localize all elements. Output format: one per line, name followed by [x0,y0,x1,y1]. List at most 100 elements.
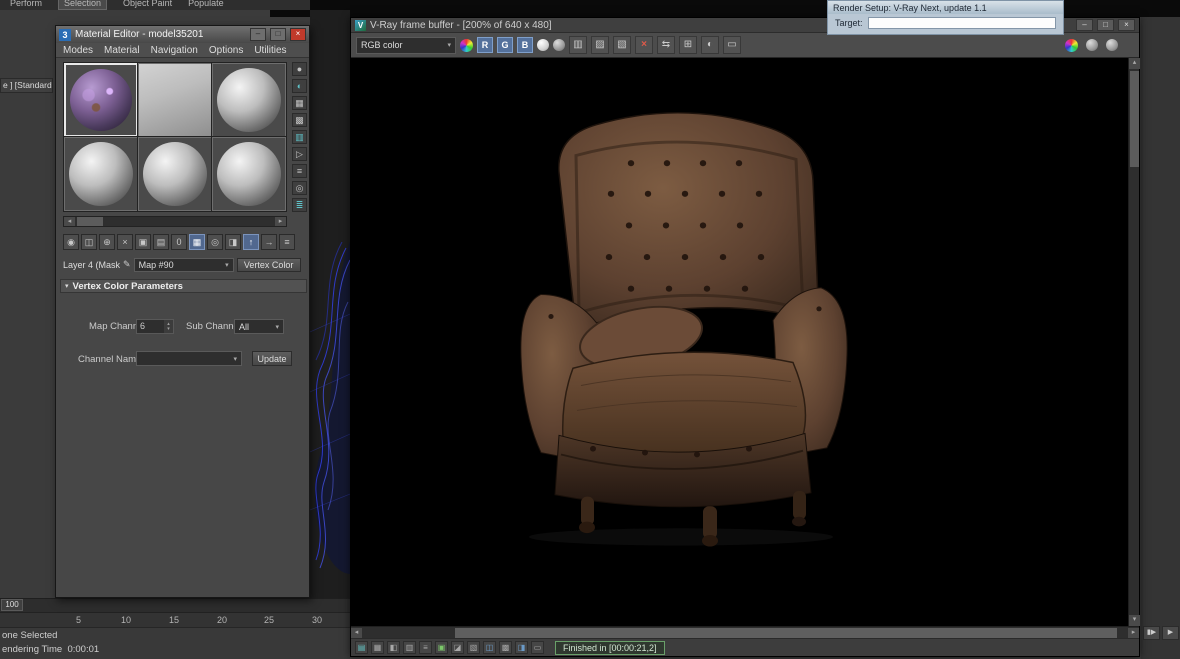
go-to-parent-icon[interactable]: ↑ [243,234,259,250]
scrollbar-thumb[interactable] [77,217,103,226]
track-mouse-icon[interactable]: ⇆ [657,36,675,54]
material-options-icon[interactable]: ≡ [292,164,307,178]
menu-options[interactable]: Options [209,45,243,56]
material-type-fragment[interactable]: e ] [Standard [0,78,53,93]
vfb-status-icon[interactable]: ▧ [467,641,480,654]
menu-utilities[interactable]: Utilities [254,45,286,56]
maximize-button[interactable]: □ [1097,19,1114,31]
sample-slot-3[interactable] [211,62,287,138]
scroll-left-icon[interactable]: ◂ [351,628,362,638]
vfb-status-icon[interactable]: ◨ [515,641,528,654]
ribbon-tab-populate[interactable]: Populate [188,0,224,10]
menu-material[interactable]: Material [104,45,140,56]
vertical-scrollbar[interactable]: ▴ ▾ [1128,58,1140,626]
render-setup-window[interactable]: Render Setup: V-Ray Next, update 1.1 Tar… [827,0,1064,35]
scrollbar-thumb[interactable] [455,628,1117,638]
vfb-status-icon[interactable]: ▤ [355,641,368,654]
sample-slots-scrollbar[interactable]: ◂ ▸ [63,216,287,227]
background-toggle-icon[interactable]: ◨ [225,234,241,250]
close-button[interactable]: × [1118,19,1135,31]
map-channel-field[interactable]: 6 ▴ ▾ [136,319,174,334]
material-navigator-icon[interactable]: ≣ [292,198,307,212]
track-bar[interactable] [0,598,350,612]
scrollbar-thumb[interactable] [1130,71,1139,167]
compare-image-icon[interactable]: ◐ [701,36,719,54]
reset-map-icon[interactable]: × [117,234,133,250]
put-to-library-icon[interactable]: ▤ [153,234,169,250]
minimize-button[interactable]: – [250,28,266,41]
clear-image-icon[interactable]: × [635,36,653,54]
select-by-material-icon[interactable]: ◎ [292,181,307,195]
get-material-icon[interactable]: ◉ [63,234,79,250]
vfb-status-icon[interactable]: ≡ [419,641,432,654]
play-button[interactable]: ▶ [1162,626,1179,640]
map-channel-spinner[interactable]: ▴ ▾ [164,320,173,333]
horizontal-scrollbar[interactable]: ◂ ▸ [351,626,1139,638]
spinner-down-icon[interactable]: ▾ [164,326,173,332]
map-name-dropdown[interactable]: Map #90 ▾ [133,257,234,272]
red-channel-button[interactable]: R [477,37,493,53]
backlight-icon[interactable]: ◐ [292,79,307,93]
scroll-down-icon[interactable]: ▾ [1129,615,1140,626]
vertex-color-parameters-rollout[interactable]: ▾ Vertex Color Parameters [60,279,307,293]
material-editor-titlebar[interactable]: 3 Material Editor - model35201 – □ × [56,26,309,43]
stamp-icon[interactable] [1086,39,1098,51]
toolbar-options-icon[interactable]: ≡ [279,234,295,250]
frame-slider-value[interactable]: 100 [1,599,23,611]
pencil-icon[interactable]: ✎ [123,259,131,270]
sample-slot-5[interactable] [137,136,213,212]
timeline-ruler[interactable]: 5 10 15 20 25 30 [0,612,350,627]
region-render-icon[interactable]: ⊞ [679,36,697,54]
show-map-in-viewport-icon[interactable]: ▦ [189,234,205,250]
vfb-status-icon[interactable]: ▥ [403,641,416,654]
sample-slot-2[interactable] [137,62,213,138]
sample-background-icon[interactable]: ▦ [292,96,307,110]
vfb-status-icon[interactable]: ◪ [451,641,464,654]
assign-to-selection-icon[interactable]: ⊕ [99,234,115,250]
scroll-right-icon[interactable]: ▸ [1128,628,1139,638]
alpha-channel-icon[interactable] [553,39,565,51]
close-button[interactable]: × [290,28,306,41]
channel-select-dropdown[interactable]: RGB color ▾ [356,36,456,54]
green-channel-button[interactable]: G [497,37,513,53]
vfb-status-icon[interactable]: ◧ [387,641,400,654]
load-image-icon[interactable]: ▨ [591,36,609,54]
scroll-left-icon[interactable]: ◂ [64,217,75,226]
duplicate-window-icon[interactable]: ▭ [723,36,741,54]
ribbon-tab-selection[interactable]: Selection [58,0,108,10]
sample-type-icon[interactable]: ● [292,62,307,76]
next-frame-button[interactable]: ▮▶ [1143,626,1160,640]
go-forward-sibling-icon[interactable]: → [261,234,277,250]
vfb-status-icon[interactable]: ▩ [499,641,512,654]
show-end-result-icon[interactable]: ◎ [207,234,223,250]
maximize-button[interactable]: □ [270,28,286,41]
history-icon[interactable] [1106,39,1118,51]
sample-slot-6[interactable] [211,136,287,212]
sample-slot-1-active[interactable] [63,62,139,138]
render-setup-target-field[interactable] [867,17,1056,29]
monochrome-channel-icon[interactable] [537,39,549,51]
update-button[interactable]: Update [252,351,292,366]
sample-slot-4[interactable] [63,136,139,212]
make-unique-icon[interactable]: ▣ [135,234,151,250]
color-wheel-icon[interactable] [460,38,473,52]
vfb-status-icon[interactable]: ▦ [371,641,384,654]
video-color-check-icon[interactable]: ▥ [292,130,307,144]
test-resolution-icon[interactable] [1065,38,1078,52]
sub-channel-dropdown[interactable]: All ▾ [234,319,284,334]
minimize-button[interactable]: – [1076,19,1093,31]
scroll-right-icon[interactable]: ▸ [275,217,286,226]
copy-image-icon[interactable]: ▧ [613,36,631,54]
render-view[interactable] [351,58,1128,626]
ribbon-tab-perform[interactable]: Perform [10,0,42,10]
ribbon-tab-object-paint[interactable]: Object Paint [123,0,172,10]
map-type-button[interactable]: Vertex Color [236,257,301,272]
scroll-up-icon[interactable]: ▴ [1129,58,1140,69]
channel-name-dropdown[interactable]: ▾ [136,351,242,366]
save-image-icon[interactable]: ▥ [569,36,587,54]
menu-navigation[interactable]: Navigation [151,45,198,56]
vfb-status-icon[interactable]: ▣ [435,641,448,654]
material-id-channel-icon[interactable]: 0 [171,234,187,250]
sample-tiling-icon[interactable]: ▩ [292,113,307,127]
vfb-status-icon[interactable]: ◫ [483,641,496,654]
